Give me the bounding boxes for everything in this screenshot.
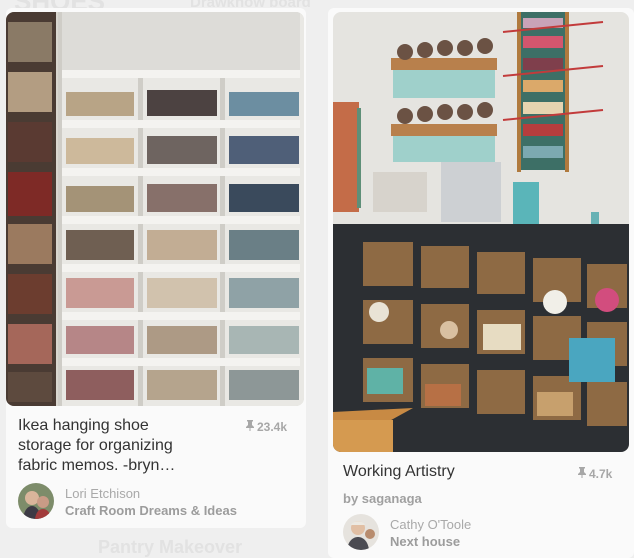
background-label-bottom: Pantry Makeover [98, 537, 243, 557]
pinner-name[interactable]: Cathy O'Toole [390, 517, 471, 532]
pin-image-craft-shelves[interactable] [333, 12, 629, 452]
repin-counter: 23.4k [246, 420, 287, 434]
pin-image-fabric-shelves[interactable] [6, 12, 304, 406]
pinner-avatar[interactable] [18, 483, 54, 519]
pinner-avatar[interactable] [343, 514, 379, 550]
pin-card-working-artistry[interactable]: Working Artistry 4.7k by saganaga Cathy … [328, 8, 634, 558]
pushpin-icon [578, 467, 586, 478]
board-name[interactable]: Next house [390, 534, 460, 549]
pin-byline[interactable]: by saganaga [343, 491, 422, 506]
repin-counter: 4.7k [578, 467, 612, 481]
pin-title[interactable]: Ikea hanging shoe storage for organizing… [18, 416, 218, 476]
pinner-name[interactable]: Lori Etchison [65, 486, 140, 501]
pin-title-line: fabric memos. -bryn… [18, 457, 176, 474]
pin-title-line: Ikea hanging shoe [18, 417, 149, 434]
repin-count: 23.4k [257, 420, 288, 434]
repin-count: 4.7k [589, 467, 613, 481]
pin-title[interactable]: Working Artistry [343, 462, 455, 482]
board-name[interactable]: Craft Room Dreams & Ideas [65, 503, 237, 518]
pin-title-line: storage for organizing [18, 437, 173, 454]
pin-card-shoe-storage[interactable]: Ikea hanging shoe storage for organizing… [6, 8, 306, 528]
pushpin-icon [246, 420, 254, 431]
